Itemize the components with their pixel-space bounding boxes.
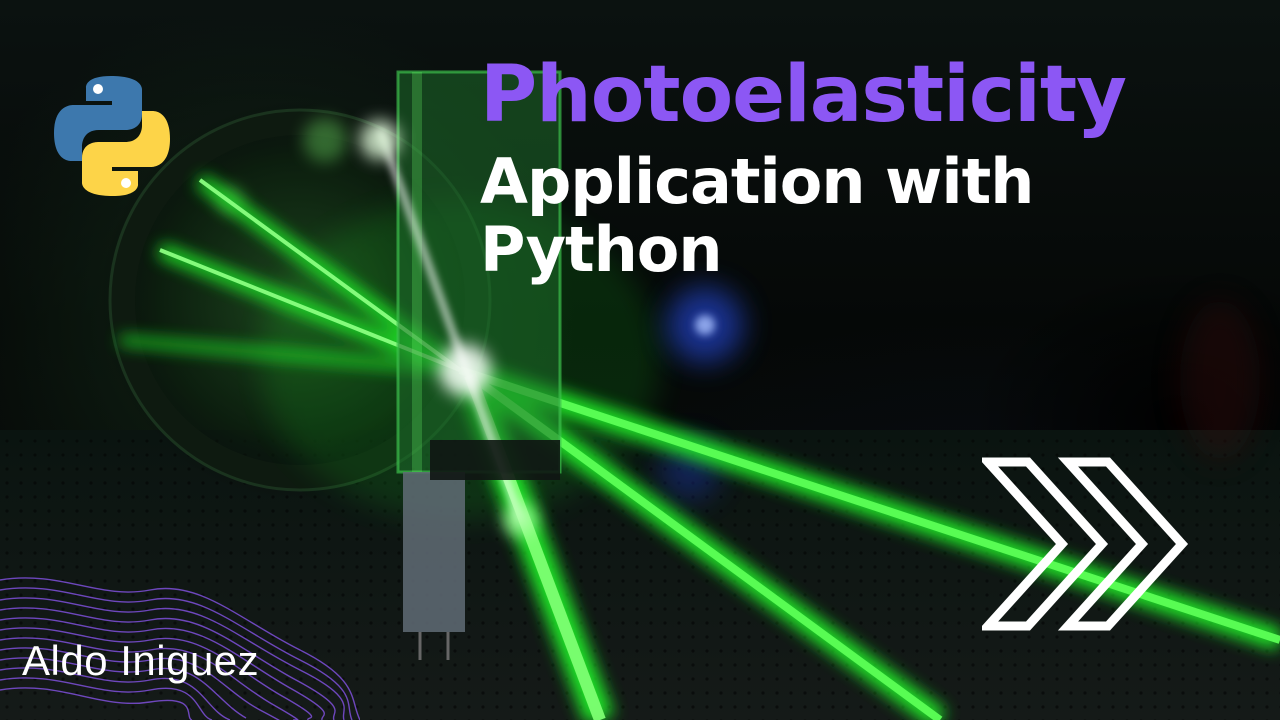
subtitle-line-1: Application with (480, 145, 1034, 218)
subtitle-line-2: Python (480, 213, 723, 286)
thumbnail-subtitle: Application with Python (480, 148, 1240, 284)
author-name: Aldo Iniguez (22, 637, 260, 684)
thumbnail-canvas: Photoelasticity Application with Python … (0, 0, 1280, 720)
python-logo-icon (54, 76, 170, 196)
double-chevron-right-icon (982, 457, 1189, 631)
title-block: Photoelasticity Application with Python (480, 50, 1240, 284)
thumbnail-title: Photoelasticity (480, 50, 1127, 140)
